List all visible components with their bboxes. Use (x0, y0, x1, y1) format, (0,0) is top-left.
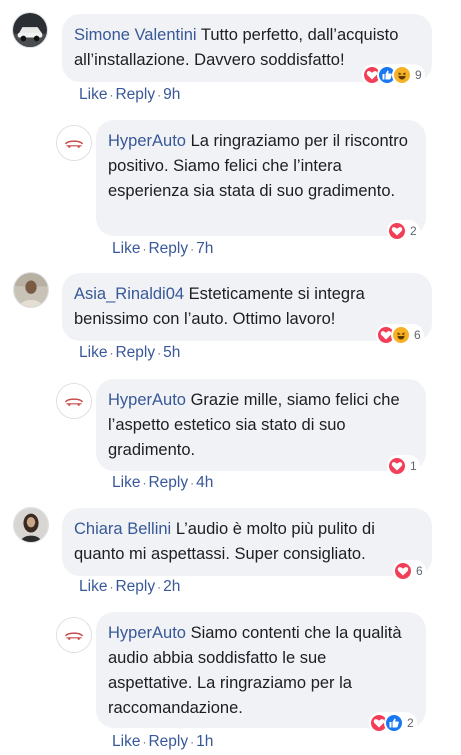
comment-author[interactable]: Asia_Rinaldi04 (74, 285, 184, 303)
like-link[interactable]: Like (79, 578, 107, 595)
reply-link[interactable]: Reply (148, 240, 188, 257)
separator-dot: · (142, 735, 147, 749)
comment-timestamp[interactable]: 4h (196, 474, 213, 491)
car-photo-icon (13, 13, 47, 47)
comment-timestamp[interactable]: 1h (196, 733, 213, 750)
reply-link[interactable]: Reply (148, 474, 188, 491)
avatar[interactable] (56, 125, 92, 161)
love-reaction-icon (393, 561, 413, 581)
like-link[interactable]: Like (112, 240, 140, 257)
comment-author[interactable]: Simone Valentini (74, 26, 197, 44)
separator-dot: · (157, 88, 162, 102)
avatar[interactable] (12, 12, 48, 48)
comment-actions: Like · Reply · 5h (79, 344, 180, 362)
reply-link[interactable]: Reply (115, 578, 155, 595)
user-photo-icon (14, 508, 48, 542)
comment-bubble: HyperAuto Grazie mille, siamo felici che… (96, 379, 426, 471)
hyperauto-logo-icon (57, 384, 91, 418)
comment-timestamp[interactable]: 5h (163, 344, 180, 361)
comment-thread: Simone Valentini Tutto perfetto, dall’ac… (0, 0, 461, 755)
like-link[interactable]: Like (79, 344, 107, 361)
like-link[interactable]: Like (79, 86, 107, 103)
reaction-summary[interactable]: 6 (393, 560, 426, 582)
separator-dot: · (142, 242, 147, 256)
comment-actions: Like · Reply · 9h (79, 86, 180, 104)
reaction-summary[interactable]: 2 (369, 712, 417, 734)
comment-timestamp[interactable]: 7h (196, 240, 213, 257)
reply-link[interactable]: Reply (148, 733, 188, 750)
haha-reaction-icon (392, 65, 412, 85)
separator-dot: · (157, 346, 162, 360)
like-link[interactable]: Like (112, 733, 140, 750)
reaction-count: 9 (415, 68, 422, 82)
reaction-count: 6 (414, 328, 421, 342)
reaction-summary[interactable]: 2 (387, 220, 420, 242)
avatar[interactable] (13, 272, 49, 308)
comment-bubble: HyperAuto Siamo contenti che la qualità … (96, 612, 426, 728)
separator-dot: · (109, 88, 114, 102)
like-link[interactable]: Like (112, 474, 140, 491)
haha-reaction-icon (391, 325, 411, 345)
separator-dot: · (109, 580, 114, 594)
separator-dot: · (142, 476, 147, 490)
hyperauto-logo-icon (57, 126, 91, 160)
reply-link[interactable]: Reply (115, 344, 155, 361)
comment-actions: Like · Reply · 1h (112, 733, 213, 751)
reaction-summary[interactable]: 6 (376, 324, 424, 346)
reaction-count: 2 (410, 224, 417, 238)
separator-dot: · (190, 735, 195, 749)
reaction-count: 2 (407, 716, 414, 730)
avatar[interactable] (56, 383, 92, 419)
comment-actions: Like · Reply · 7h (112, 240, 213, 258)
comment-author[interactable]: HyperAuto (108, 391, 186, 409)
reaction-summary[interactable]: 9 (362, 64, 425, 86)
comment-timestamp[interactable]: 2h (163, 578, 180, 595)
love-reaction-icon (387, 221, 407, 241)
reaction-count: 1 (410, 459, 417, 473)
comment-bubble: HyperAuto La ringraziamo per il riscontr… (96, 120, 426, 236)
user-photo-icon (14, 273, 48, 307)
separator-dot: · (157, 580, 162, 594)
separator-dot: · (109, 346, 114, 360)
like-reaction-icon (384, 713, 404, 733)
comment-author[interactable]: Chiara Bellini (74, 520, 171, 538)
comment-author[interactable]: HyperAuto (108, 132, 186, 150)
hyperauto-logo-icon (57, 618, 91, 652)
love-reaction-icon (387, 456, 407, 476)
avatar[interactable] (13, 507, 49, 543)
comment-bubble: Chiara Bellini L’audio è molto più pulit… (62, 508, 432, 576)
comment-actions: Like · Reply · 2h (79, 578, 180, 596)
comment-timestamp[interactable]: 9h (163, 86, 180, 103)
reply-link[interactable]: Reply (115, 86, 155, 103)
reaction-count: 6 (416, 564, 423, 578)
comment-author[interactable]: HyperAuto (108, 624, 186, 642)
reaction-summary[interactable]: 1 (387, 455, 420, 477)
comment-actions: Like · Reply · 4h (112, 474, 213, 492)
separator-dot: · (190, 242, 195, 256)
avatar[interactable] (56, 617, 92, 653)
separator-dot: · (190, 476, 195, 490)
